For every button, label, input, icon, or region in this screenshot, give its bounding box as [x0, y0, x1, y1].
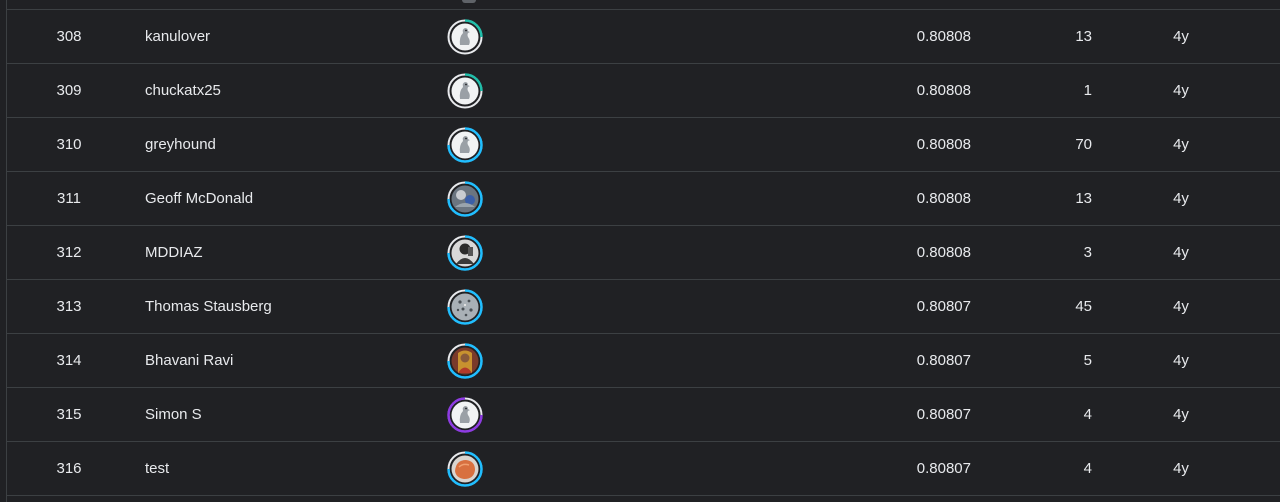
table-row[interactable]: 316 test 0.80807 4 4y: [7, 442, 1280, 496]
entries-cell: 4: [1083, 406, 1092, 423]
rank-cell: 316: [56, 460, 82, 477]
entries-cell: 45: [1075, 298, 1092, 315]
last-submission-cell: 4y: [1173, 190, 1189, 207]
score-cell: 0.80807: [916, 298, 971, 315]
photo-avatar-icon: [447, 235, 483, 271]
default-goose-avatar-icon: [447, 127, 483, 163]
score-cell: 0.80808: [916, 244, 971, 261]
table-row[interactable]: 312 MDDIAZ 0.80808 3 4y: [7, 226, 1280, 280]
score-cell: 0.80807: [916, 352, 971, 369]
team-name-link[interactable]: MDDIAZ: [145, 226, 203, 279]
table-row[interactable]: 314 Bhavani Ravi 0.80807 5 4y: [7, 334, 1280, 388]
score-cell: 0.80807: [916, 406, 971, 423]
avatar[interactable]: [447, 73, 483, 109]
avatar[interactable]: [447, 19, 483, 55]
default-goose-avatar-icon: [447, 73, 483, 109]
team-name-link[interactable]: kanulover: [145, 10, 210, 63]
avatar-fragment: [462, 0, 476, 3]
orange-avatar-icon: [447, 451, 483, 487]
last-submission-cell: 4y: [1173, 298, 1189, 315]
last-submission-cell: 4y: [1173, 406, 1189, 423]
photo-avatar-icon: [447, 181, 483, 217]
entries-cell: 4: [1083, 460, 1092, 477]
team-name-link[interactable]: Simon S: [145, 388, 202, 441]
partial-row: [7, 0, 1280, 10]
rank-cell: 314: [56, 352, 82, 369]
table-row[interactable]: 313 Thomas Stausberg 0.80807 45 4y: [7, 280, 1280, 334]
avatar[interactable]: [447, 343, 483, 379]
rank-cell: 315: [56, 406, 82, 423]
table-row[interactable]: 315 Simon S 0.80807 4 4y: [7, 388, 1280, 442]
last-submission-cell: 4y: [1173, 82, 1189, 99]
avatar[interactable]: [447, 181, 483, 217]
team-name-link[interactable]: chuckatx25: [145, 64, 221, 117]
score-cell: 0.80807: [916, 460, 971, 477]
entries-cell: 70: [1075, 136, 1092, 153]
rank-cell: 312: [56, 244, 82, 261]
score-cell: 0.80808: [916, 28, 971, 45]
entries-cell: 5: [1083, 352, 1092, 369]
rank-cell: 310: [56, 136, 82, 153]
last-submission-cell: 4y: [1173, 28, 1189, 45]
last-submission-cell: 4y: [1173, 460, 1189, 477]
rank-cell: 309: [56, 82, 82, 99]
table-row[interactable]: 310 greyhound 0.80808 70 4y: [7, 118, 1280, 172]
team-name-link[interactable]: greyhound: [145, 118, 216, 171]
avatar[interactable]: [447, 289, 483, 325]
avatar[interactable]: [447, 397, 483, 433]
score-cell: 0.80808: [916, 136, 971, 153]
team-name-link[interactable]: Geoff McDonald: [145, 172, 253, 225]
table-row[interactable]: 308 kanulover 0.80808 13 4y: [7, 10, 1280, 64]
avatar[interactable]: [447, 451, 483, 487]
avatar[interactable]: [447, 235, 483, 271]
score-cell: 0.80808: [916, 82, 971, 99]
team-name-link[interactable]: Thomas Stausberg: [145, 280, 272, 333]
avatar[interactable]: [447, 127, 483, 163]
table-row[interactable]: 311 Geoff McDonald 0.80808 13 4y: [7, 172, 1280, 226]
rank-cell: 311: [57, 190, 81, 207]
last-submission-cell: 4y: [1173, 352, 1189, 369]
entries-cell: 1: [1083, 82, 1092, 99]
last-submission-cell: 4y: [1173, 244, 1189, 261]
score-cell: 0.80808: [916, 190, 971, 207]
default-goose-avatar-icon: [447, 19, 483, 55]
entries-cell: 13: [1075, 190, 1092, 207]
entries-cell: 3: [1083, 244, 1092, 261]
default-goose-avatar-icon: [447, 397, 483, 433]
last-submission-cell: 4y: [1173, 136, 1189, 153]
table-row[interactable]: 309 chuckatx25 0.80808 1 4y: [7, 64, 1280, 118]
team-name-link[interactable]: Bhavani Ravi: [145, 334, 233, 387]
leopard-photo-avatar-icon: [447, 289, 483, 325]
team-name-link[interactable]: test: [145, 442, 169, 495]
photo-avatar-icon: [447, 343, 483, 379]
rank-cell: 313: [56, 298, 82, 315]
entries-cell: 13: [1075, 28, 1092, 45]
rank-cell: 308: [56, 28, 82, 45]
leaderboard-table: 308 kanulover 0.80808 13 4y 309 chuckatx…: [6, 0, 1280, 502]
